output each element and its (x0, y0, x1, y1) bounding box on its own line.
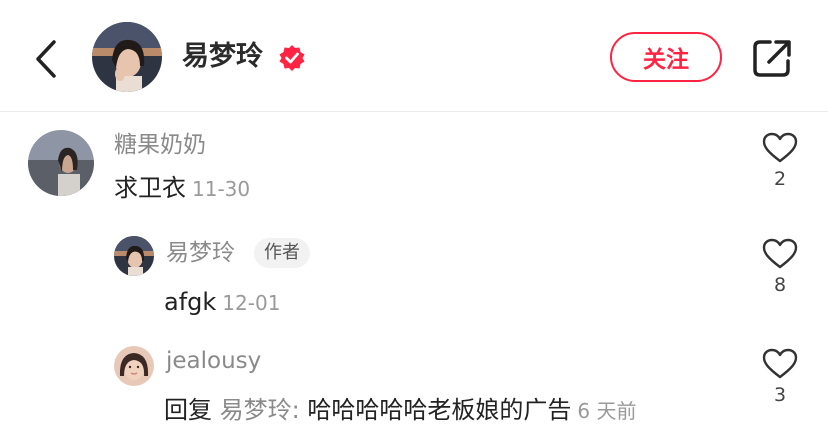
heart-outline-icon (762, 238, 798, 269)
comment-date: 6 天前 (577, 399, 637, 423)
follow-button[interactable]: 关注 (610, 32, 722, 82)
comment-date: 12-01 (222, 291, 281, 315)
like-count: 2 (773, 168, 787, 190)
commenter-avatar[interactable] (28, 130, 94, 196)
header-username: 易梦玲 (182, 41, 263, 72)
author-badge: 作者 (254, 238, 310, 268)
heart-outline-icon (762, 132, 798, 163)
reply-target[interactable]: 易梦玲: (220, 396, 300, 424)
heart-outline-icon (762, 348, 798, 379)
like-count: 3 (773, 384, 787, 406)
like-button[interactable]: 3 (762, 348, 798, 406)
author-avatar[interactable] (92, 22, 162, 92)
reply-item: 易梦玲 作者 afgk 12-01 8 (0, 228, 828, 328)
back-chevron-icon[interactable] (30, 36, 64, 82)
reply-item: jealousy 回复 易梦玲: 哈哈哈哈哈老板娘的广告 6 天前 3 (0, 336, 828, 431)
reply-prefix: 回复 (164, 396, 212, 424)
commenter-avatar[interactable] (114, 236, 154, 276)
comment-author[interactable]: 易梦玲 (166, 238, 235, 268)
verified-badge-icon (279, 45, 305, 71)
comment-body: 回复 易梦玲: 哈哈哈哈哈老板娘的广告 6 天前 (164, 394, 636, 427)
comment-author[interactable]: jealousy (166, 346, 261, 376)
like-button[interactable]: 8 (762, 238, 798, 296)
comment-date: 11-30 (192, 177, 251, 201)
commenter-avatar[interactable] (114, 346, 154, 386)
share-icon[interactable] (750, 36, 794, 80)
comment-text: 求卫衣 (114, 174, 186, 202)
like-button[interactable]: 2 (762, 132, 798, 190)
top-bar: 易梦玲 关注 (0, 0, 828, 112)
comment-author[interactable]: 糖果奶奶 (114, 130, 206, 160)
comment-item: 糖果奶奶 求卫衣 11-30 2 (0, 120, 828, 220)
comment-body: afgk 12-01 (164, 286, 280, 319)
comment-body: 求卫衣 11-30 (114, 172, 250, 205)
comment-text: afgk (164, 288, 217, 316)
like-count: 8 (773, 274, 787, 296)
comment-text: 哈哈哈哈哈老板娘的广告 (307, 396, 572, 424)
